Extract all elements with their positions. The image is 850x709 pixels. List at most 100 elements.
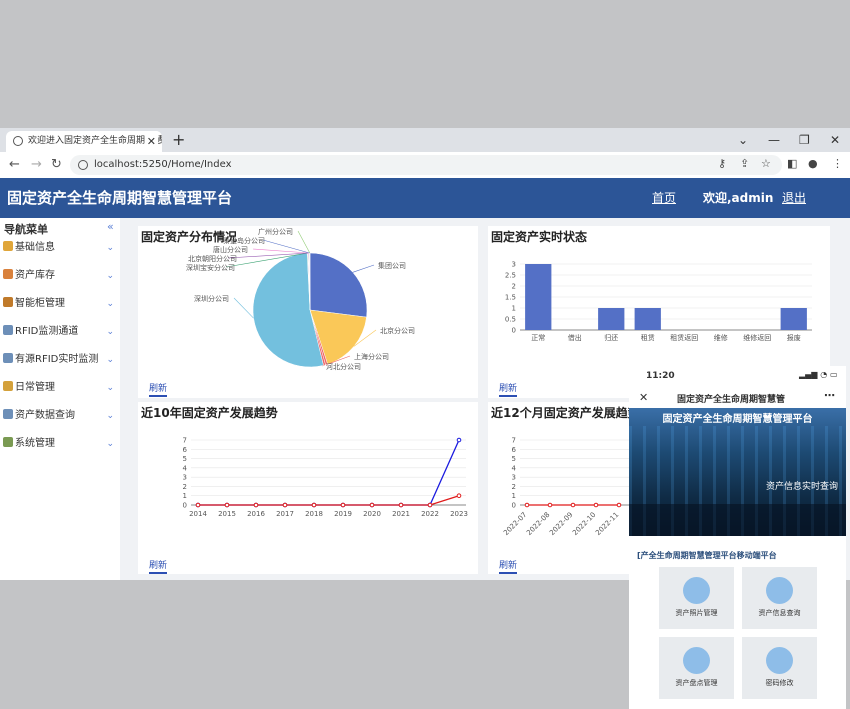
card-label: 资产信息查询 xyxy=(758,609,801,617)
x-tick-label: 维修返回 xyxy=(743,333,771,342)
magnifier-icon xyxy=(3,325,13,335)
pie-label: 河北分公司 xyxy=(326,362,361,371)
close-tab-icon[interactable]: ✕ xyxy=(144,131,158,152)
x-tick-label: 2022-10 xyxy=(571,511,597,537)
reload-icon[interactable]: ↻ xyxy=(51,157,62,172)
sidebar-item[interactable]: 资产库存 ⌄ xyxy=(3,266,118,286)
data-point xyxy=(311,502,317,508)
y-tick-label: 3 xyxy=(183,474,187,482)
sidebar-item-label: 资产库存 xyxy=(15,270,55,281)
more-icon[interactable]: ⋯ xyxy=(824,389,835,402)
x-tick-label: 2019 xyxy=(334,510,352,518)
phone-banner: 固定资产全生命周期智慧管理平台 资产信息实时查询 xyxy=(629,408,846,536)
phone-nav-title: 固定资产全生命周期智慧管 xyxy=(677,395,786,405)
x-tick-label: 2017 xyxy=(276,510,294,518)
signal-icon: ▂▄▆ ◔ ▭ xyxy=(799,370,838,379)
y-tick-label: 4 xyxy=(512,464,517,472)
back-icon[interactable]: ← xyxy=(9,157,20,172)
logout-link[interactable]: 退出 xyxy=(782,189,806,206)
sidepanel-icon[interactable]: ◧ xyxy=(787,157,797,170)
refresh-button[interactable]: 刷新 xyxy=(499,558,518,574)
card-info-query[interactable]: 资产信息查询 xyxy=(742,567,817,629)
card-password[interactable]: 密码修改 xyxy=(742,637,817,699)
profile-icon[interactable]: ● xyxy=(808,157,818,170)
forward-icon[interactable]: → xyxy=(31,157,42,172)
id-card-icon xyxy=(766,577,793,604)
card-photo-management[interactable]: 资产照片管理 xyxy=(659,567,734,629)
sidebar-item[interactable]: RFID监测通道 ⌄ xyxy=(3,322,118,342)
minimize-button[interactable]: — xyxy=(768,128,780,152)
x-tick-label: 2022-07 xyxy=(502,511,528,537)
y-tick-label: 3 xyxy=(512,474,516,482)
x-tick-label: 借出 xyxy=(568,333,582,342)
bar xyxy=(525,264,552,330)
data-point xyxy=(456,437,462,443)
y-tick-label: 1 xyxy=(512,305,516,313)
data-point xyxy=(616,502,622,508)
chevron-down-icon[interactable]: ⌄ xyxy=(106,350,114,370)
card-label: 资产盘点管理 xyxy=(675,679,718,687)
browser-tab[interactable]: 欢迎进入固定资产全生命周期智慧管理平台 ✕ xyxy=(6,131,162,152)
y-tick-label: 2 xyxy=(512,483,516,491)
card-inventory[interactable]: 资产盘点管理 xyxy=(659,637,734,699)
url-input[interactable]: localhost:5250/Home/Index xyxy=(70,155,782,175)
key-icon xyxy=(3,381,13,391)
site-info-icon[interactable] xyxy=(78,160,88,170)
sidebar-item-label: 基础信息 xyxy=(15,242,55,253)
menu-dots-icon[interactable]: ⋮ xyxy=(832,157,843,170)
share-icon[interactable]: ⇪ xyxy=(740,157,749,170)
close-window-button[interactable]: ✕ xyxy=(830,128,840,152)
lock-icon xyxy=(766,647,793,674)
chevron-down-icon[interactable]: ⌄ xyxy=(106,406,114,426)
chevron-down-icon[interactable]: ⌄ xyxy=(106,434,114,454)
sidebar-item[interactable]: 有源RFID实时监测 ⌄ xyxy=(3,350,118,370)
y-tick-label: 6 xyxy=(183,446,188,454)
data-point xyxy=(224,502,230,508)
data-point xyxy=(593,502,599,508)
refresh-button[interactable]: 刷新 xyxy=(149,558,168,574)
key-icon[interactable]: ⚷ xyxy=(718,157,726,170)
collapse-icon[interactable]: « xyxy=(107,220,114,233)
y-tick-label: 5 xyxy=(512,455,516,463)
cabinet-icon xyxy=(3,297,13,307)
panel-distribution: 固定资产分布情况 集团公司 北京分公司 上海分公司 河北分公司 深圳分公司 深圳宝安分公司… xyxy=(138,226,478,398)
label-leader xyxy=(352,264,375,273)
y-tick-label: 2 xyxy=(512,283,516,291)
pie-slice xyxy=(309,252,368,318)
chevron-down-icon[interactable]: ⌄ xyxy=(106,266,114,286)
y-tick-label: 2 xyxy=(183,483,187,491)
card-label: 资产照片管理 xyxy=(675,609,718,617)
close-icon[interactable]: ✕ xyxy=(639,391,648,404)
tab-search-icon[interactable]: ⌄ xyxy=(738,128,748,152)
data-point xyxy=(340,502,346,508)
y-tick-label: 3 xyxy=(512,261,516,269)
x-tick-label: 2022-08 xyxy=(525,511,551,537)
chevron-down-icon[interactable]: ⌄ xyxy=(106,322,114,342)
sidebar-item[interactable]: 资产数据查询 ⌄ xyxy=(3,406,118,426)
bookmark-star-icon[interactable]: ☆ xyxy=(761,157,771,170)
refresh-button[interactable]: 刷新 xyxy=(499,381,518,397)
banner-subtitle: 资产信息实时查询 xyxy=(765,482,838,492)
chevron-down-icon[interactable]: ⌄ xyxy=(106,378,114,398)
sidebar-item[interactable]: 系统管理 ⌄ xyxy=(3,434,118,454)
line-chart-10y: 0 123 4567 2014 2015 2016 2017 2018 2019 2020 2021… xyxy=(183,437,468,519)
chevron-down-icon[interactable]: ⌄ xyxy=(106,238,114,258)
x-tick-label: 2023 xyxy=(450,510,468,518)
home-link[interactable]: 首页 xyxy=(652,189,676,206)
refresh-button[interactable]: 刷新 xyxy=(149,381,168,397)
phone-nav-bar: ✕ 固定资产全生命周期智慧管 ⋯ xyxy=(629,388,846,408)
chevron-down-icon[interactable]: ⌄ xyxy=(106,294,114,314)
new-tab-button[interactable]: + xyxy=(172,128,185,152)
sidebar-item[interactable]: 日常管理 ⌄ xyxy=(3,378,118,398)
pie-label: 广州分公司 xyxy=(258,227,293,236)
pie-label: 深圳宝安分公司 xyxy=(186,263,235,272)
bar-chart: 0 0.5 1 1.5 2 2.5 3 正常 借出 归还 租赁 租赁返回 维修 维修返回 报废 xyxy=(505,261,812,342)
sidebar-item[interactable]: 基础信息 ⌄ xyxy=(3,238,118,258)
restore-button[interactable]: ❐ xyxy=(799,128,810,152)
section-title: [产全生命周期智慧管理平台移动端平台 xyxy=(637,551,777,560)
sidebar-item[interactable]: 智能柜管理 ⌄ xyxy=(3,294,118,314)
data-point xyxy=(253,502,259,508)
magnifier-icon xyxy=(3,353,13,363)
x-tick-label: 2022-09 xyxy=(548,511,574,537)
y-tick-label: 6 xyxy=(512,446,517,454)
